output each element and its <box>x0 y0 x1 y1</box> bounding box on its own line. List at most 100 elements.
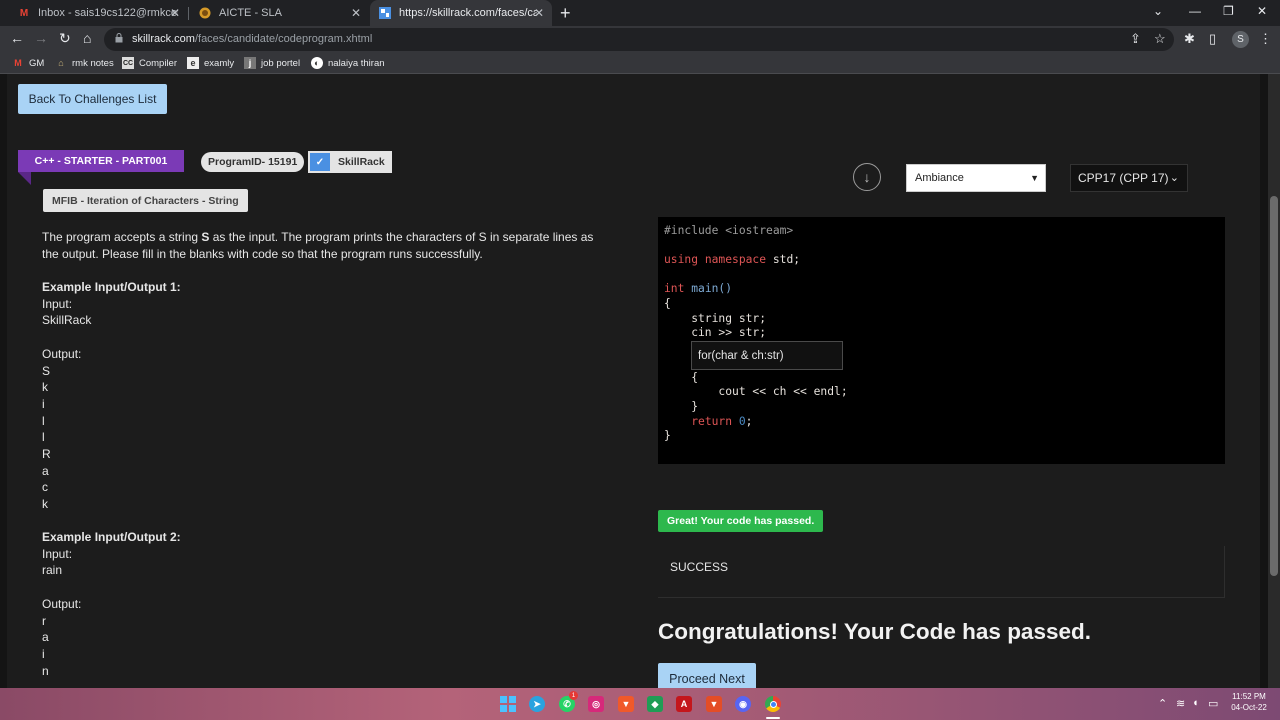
download-icon[interactable]: ↓ <box>853 163 881 191</box>
example-1: Example Input/Output 1: Input: SkillRack… <box>42 279 181 513</box>
language-select[interactable]: CPP17 (CPP 17) ⌄ <box>1070 164 1188 192</box>
volume-icon[interactable]: ◖ <box>1192 697 1199 709</box>
discord-icon[interactable]: ◉ <box>735 696 751 712</box>
reload-icon[interactable]: ↻ <box>59 30 71 47</box>
aicte-icon <box>199 7 211 19</box>
taskbar-clock[interactable]: 11:52 PM 04-Oct-22 <box>1224 691 1274 713</box>
menu-icon[interactable]: ⋮ <box>1259 31 1272 47</box>
result-panel: SUCCESS <box>658 546 1225 598</box>
back-to-challenges-button[interactable]: Back To Challenges List <box>18 84 167 114</box>
compiler-icon: CC <box>122 57 134 69</box>
code-keyword: return <box>691 415 733 428</box>
building-icon: ⌂ <box>58 58 64 68</box>
skillrack-icon <box>379 7 391 19</box>
output-line: k <box>42 380 48 395</box>
brave-beta-icon[interactable]: ▼ <box>706 696 722 712</box>
result-status: SUCCESS <box>670 560 729 574</box>
fill-blank-input[interactable]: for(char & ch:str) <box>691 341 843 370</box>
gmail-icon: M <box>14 58 22 68</box>
code-line: } <box>664 429 671 442</box>
input-label: Input: <box>42 296 73 311</box>
star-icon[interactable]: ☆ <box>1154 31 1166 47</box>
code-text: ; <box>745 415 753 428</box>
example-heading: Example Input/Output 1: <box>42 280 181 294</box>
desc-text: The program accepts a string <box>42 230 202 244</box>
bookmark-job-portel[interactable]: j job portel <box>244 57 300 69</box>
tab-aicte[interactable]: AICTE - SLA ✕ <box>189 0 369 26</box>
bookmark-nalaiya-thiran[interactable]: ◐ nalaiya thiran <box>311 57 385 69</box>
bookmark-label: nalaiya thiran <box>328 57 385 69</box>
code-keyword: namespace <box>704 253 767 266</box>
page-content: Back To Challenges List C++ - STARTER - … <box>0 74 1268 688</box>
chrome-icon[interactable] <box>765 696 781 712</box>
output-line: l <box>42 413 45 428</box>
bookmark-label: rmk notes <box>72 57 114 69</box>
close-window-icon[interactable]: ✕ <box>1257 4 1267 18</box>
clock-date: 04-Oct-22 <box>1231 703 1267 712</box>
forward-icon[interactable]: → <box>34 30 48 46</box>
telegram-icon[interactable]: ➤ <box>529 696 545 712</box>
wifi-icon[interactable]: ≋ <box>1176 697 1185 710</box>
code-editor[interactable]: #include <iostream> using namespace std;… <box>658 217 1225 464</box>
example-input: rain <box>42 563 63 578</box>
bookmark-label: Compiler <box>139 57 178 69</box>
brave-icon[interactable]: ▼ <box>618 696 634 712</box>
extensions-icon[interactable]: ✱ <box>1184 31 1195 47</box>
back-icon[interactable]: ← <box>10 30 24 46</box>
congratulations-heading: Congratulations! Your Code has passed. <box>658 619 1091 644</box>
skillrack-logo-icon: ✓ <box>310 153 330 171</box>
code-text: std; <box>766 253 801 266</box>
close-icon[interactable]: ✕ <box>534 6 544 20</box>
minimize-icon[interactable]: — <box>1189 4 1201 18</box>
close-icon[interactable]: ✕ <box>170 6 180 20</box>
home-icon[interactable]: ⌂ <box>83 30 91 46</box>
examly-icon: e <box>187 57 199 69</box>
address-bar[interactable]: skillrack.com/faces/candidate/codeprogra… <box>104 28 1174 51</box>
proceed-next-button[interactable]: Proceed Next <box>658 663 756 688</box>
new-tab-icon[interactable]: + <box>560 3 571 24</box>
output-line: a <box>42 463 49 478</box>
bookmark-label: job portel <box>261 57 301 69</box>
gmail-icon: M <box>19 7 29 19</box>
share-icon[interactable]: ⇪ <box>1130 31 1141 47</box>
example-input: SkillRack <box>42 313 92 328</box>
close-icon[interactable]: ✕ <box>351 6 361 20</box>
code-line: { <box>664 371 699 384</box>
bookmark-examly[interactable]: e examly <box>187 57 234 69</box>
code-keyword: int <box>664 282 685 295</box>
instagram-icon[interactable]: ◎ <box>588 696 604 712</box>
clock-time: 11:52 PM <box>1232 692 1266 701</box>
output-label: Output: <box>42 596 82 611</box>
output-label: Output: <box>42 346 82 361</box>
pdf-icon[interactable]: A <box>676 696 692 712</box>
tab-search-icon[interactable]: ⌄ <box>1153 4 1163 18</box>
scrollbar-thumb[interactable] <box>1270 196 1278 576</box>
bookmark-gm[interactable]: M GM <box>12 57 44 69</box>
battery-icon[interactable]: ▭ <box>1208 697 1218 710</box>
profile-avatar[interactable]: S <box>1232 31 1249 48</box>
tray-chevron-icon[interactable]: ⌃ <box>1158 697 1167 710</box>
globe-icon: ◐ <box>311 57 323 69</box>
restore-icon[interactable]: ❐ <box>1223 4 1234 18</box>
url-text: skillrack.com/faces/candidate/codeprogra… <box>132 33 372 45</box>
tab-skillrack[interactable]: https://skillrack.com/faces/candidat ✕ <box>370 0 552 26</box>
code-function: main() <box>691 282 733 295</box>
tab-title: AICTE - SLA <box>219 7 282 19</box>
url-host: skillrack.com <box>132 33 195 45</box>
bookmarks-bar: M GM ⌂ rmk notes CC Compiler e examly j job p… <box>0 53 1280 74</box>
code-keyword: using <box>664 253 699 266</box>
sidepanel-icon[interactable]: ▯ <box>1209 31 1216 47</box>
output-line: k <box>42 497 48 512</box>
language-value: CPP17 (CPP 17) <box>1078 171 1169 185</box>
bookmark-label: examly <box>204 57 235 69</box>
theme-select[interactable]: Ambiance ▼ <box>906 164 1046 192</box>
windows-start-icon[interactable] <box>500 696 516 712</box>
tab-gmail[interactable]: M Inbox - sais19cs122@rmkcet.ac.in ✕ <box>8 0 188 26</box>
bookmark-rmk-notes[interactable]: ⌂ rmk notes <box>55 57 114 69</box>
code-line: #include <iostream> <box>664 224 794 237</box>
problem-description: The program accepts a string S as the in… <box>42 229 602 262</box>
app-icon[interactable]: ◆ <box>647 696 663 712</box>
code-line: cout << ch << endl; <box>664 385 848 398</box>
input-label: Input: <box>42 546 73 561</box>
bookmark-compiler[interactable]: CC Compiler <box>122 57 177 69</box>
